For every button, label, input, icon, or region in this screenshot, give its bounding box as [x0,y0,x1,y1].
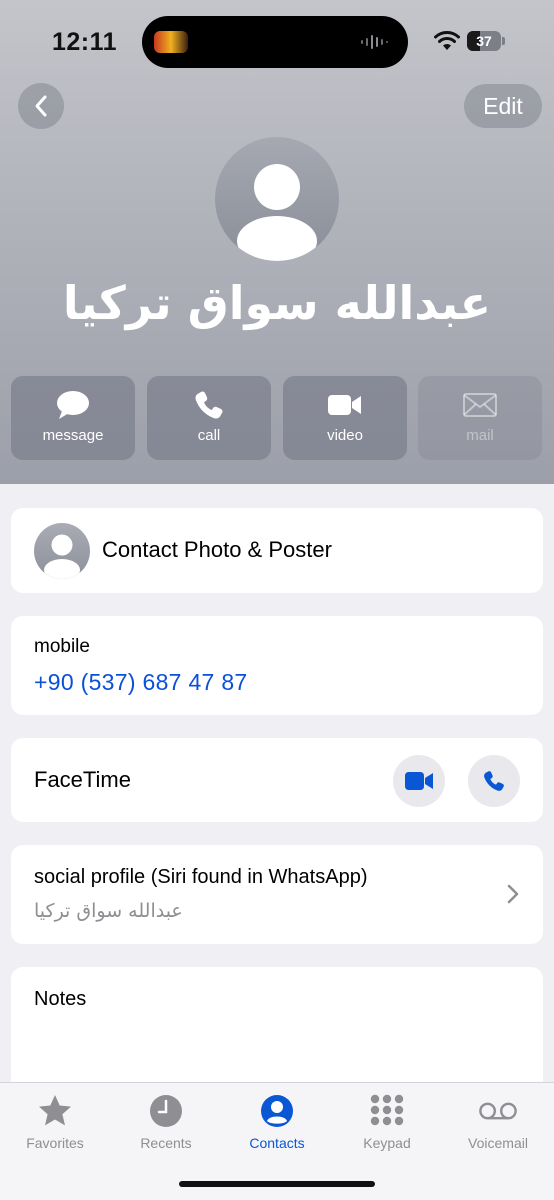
message-label: message [42,427,104,444]
tab-label: Voicemail [468,1135,528,1151]
message-bubble-icon [57,391,89,419]
mail-label: mail [466,427,494,444]
contact-name: عبدالله سواق تركيا [62,276,492,330]
contact-avatar[interactable] [215,137,339,261]
notes-label: Notes [34,988,87,1010]
social-profile-value: عبدالله سواق تركيا [34,900,183,922]
tab-label: Contacts [249,1135,305,1151]
person-circle-icon [261,1095,293,1127]
contact-photo-poster-row[interactable]: Contact Photo & Poster [11,508,543,593]
facetime-audio-button[interactable] [468,755,520,807]
dynamic-island[interactable] [142,16,408,68]
person-silhouette-icon [237,164,317,261]
contact-header: 12:11 37 Edit عبدالله سواق تركيا message… [0,0,554,484]
mail-button[interactable]: mail [418,376,542,460]
tab-label: Favorites [26,1135,84,1151]
star-icon [39,1095,71,1126]
tab-contacts[interactable]: Contacts [222,1093,332,1153]
facetime-video-button[interactable] [393,755,445,807]
tab-keypad[interactable]: Keypad [332,1093,442,1153]
call-button[interactable]: call [147,376,271,460]
now-playing-artwork [154,31,188,53]
video-camera-icon [328,395,361,415]
wifi-icon [434,31,460,50]
call-label: call [197,427,221,444]
chevron-left-icon [35,95,47,117]
person-silhouette-icon [44,534,80,579]
edit-button[interactable]: Edit [464,84,542,128]
tab-favorites[interactable]: Favorites [0,1093,110,1153]
envelope-icon [463,393,497,417]
social-profile-label: social profile (Siri found in WhatsApp) [34,866,368,888]
poster-label: Contact Photo & Poster [102,537,332,562]
chevron-right-icon [507,884,519,904]
keypad-icon [370,1094,404,1126]
facetime-card: FaceTime [11,738,543,822]
tab-voicemail[interactable]: Voicemail [443,1093,553,1153]
video-camera-icon [405,772,433,790]
video-label: video [327,427,363,444]
home-indicator[interactable] [179,1181,375,1187]
status-time: 12:11 [52,28,118,56]
phone-card[interactable]: mobile +90 (537) 687 47 87 [11,616,543,715]
clock-icon [150,1095,182,1127]
battery-indicator: 37 [467,31,505,51]
tab-label: Recents [140,1135,192,1151]
facetime-label: FaceTime [34,767,131,792]
back-button[interactable] [18,83,64,129]
video-button[interactable]: video [283,376,407,460]
social-profile-row[interactable]: social profile (Siri found in WhatsApp) … [11,845,543,944]
phone-icon [484,771,504,791]
poster-avatar [34,523,90,579]
battery-level: 37 [476,33,492,49]
voicemail-icon [479,1102,517,1120]
tab-recents[interactable]: Recents [111,1093,221,1153]
phone-number[interactable]: +90 (537) 687 47 87 [34,669,248,696]
quick-actions: message call video mail [11,376,543,460]
tab-label: Keypad [363,1135,411,1151]
message-button[interactable]: message [11,376,135,460]
phone-type-label: mobile [34,636,90,657]
status-bar: 12:11 37 [0,0,554,80]
audio-waveform-icon [361,35,388,49]
phone-icon [195,391,223,419]
